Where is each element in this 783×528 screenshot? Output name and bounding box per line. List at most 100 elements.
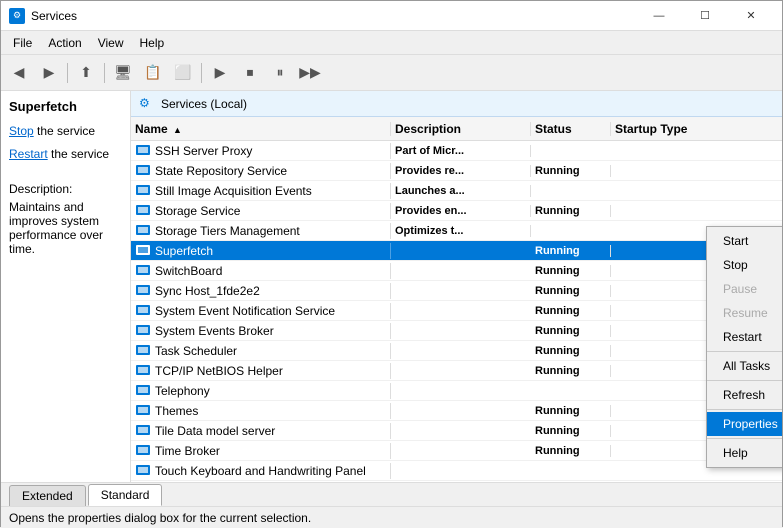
context-menu-separator-4 <box>707 438 782 439</box>
app-icon: ⚙ <box>9 8 25 24</box>
row-name-timebroker: Time Broker <box>131 443 391 459</box>
col-header-startup[interactable]: Startup Type <box>611 122 711 136</box>
maximize-button[interactable]: ☐ <box>682 1 728 31</box>
service-name: Tile Data model server <box>155 424 275 438</box>
service-status: Running <box>531 345 611 357</box>
service-icon <box>135 323 151 339</box>
table-row[interactable]: Touch Keyboard and Handwriting Panel <box>131 461 782 481</box>
main-container: Superfetch Stop the service Restart the … <box>1 91 782 482</box>
context-menu-separator-2 <box>707 380 782 381</box>
table-row[interactable]: Task Scheduler Running <box>131 341 782 361</box>
table-row[interactable]: SSH Server Proxy Part of Micr... <box>131 141 782 161</box>
tab-extended[interactable]: Extended <box>9 485 86 506</box>
restart-service-link[interactable]: Restart <box>9 147 48 161</box>
table-row[interactable]: Storage Service Provides en... Running <box>131 201 782 221</box>
row-name-synchost: Sync Host_1fde2e2 <box>131 283 391 299</box>
back-button[interactable]: ◀ <box>5 59 33 87</box>
right-panel: ⚙ Services (Local) Name ▲ Description St… <box>131 91 782 482</box>
col-header-desc[interactable]: Description <box>391 122 531 136</box>
table-row[interactable]: Tile Data model server Running <box>131 421 782 441</box>
left-panel-description: Description: Maintains and improves syst… <box>9 182 122 256</box>
table-row[interactable]: Update Orchestrator Service for Wind... <box>131 481 782 482</box>
service-name: SSH Server Proxy <box>155 144 252 158</box>
context-menu-alltasks[interactable]: All Tasks ▶ <box>707 354 782 378</box>
menu-file[interactable]: File <box>5 34 40 52</box>
col-header-status[interactable]: Status <box>531 122 611 136</box>
properties-button[interactable]: ⬜ <box>169 59 197 87</box>
menu-view[interactable]: View <box>90 34 132 52</box>
context-menu-refresh[interactable]: Refresh <box>707 383 782 407</box>
stop-button[interactable]: ⏹ <box>236 59 264 87</box>
service-icon <box>135 343 151 359</box>
table-row[interactable]: Time Broker Running <box>131 441 782 461</box>
service-icon <box>135 383 151 399</box>
table-row[interactable]: TCP/IP NetBIOS Helper Running <box>131 361 782 381</box>
table-row-superfetch[interactable]: Superfetch Running <box>131 241 782 261</box>
service-status: Running <box>531 165 611 177</box>
row-name-storagetiers: Storage Tiers Management <box>131 223 391 239</box>
table-row[interactable]: Telephony <box>131 381 782 401</box>
service-name: Themes <box>155 404 198 418</box>
table-row[interactable]: System Events Broker Running <box>131 321 782 341</box>
service-icon <box>135 463 151 479</box>
status-text: Opens the properties dialog box for the … <box>9 511 311 525</box>
restart-button[interactable]: ▶▶ <box>296 59 324 87</box>
services-table: Name ▲ Description Status Startup Type S… <box>131 117 782 482</box>
close-button[interactable]: ✕ <box>728 1 774 31</box>
address-icon: ⚙ <box>139 96 155 112</box>
service-name: Superfetch <box>155 244 213 258</box>
table-row[interactable]: Sync Host_1fde2e2 Running <box>131 281 782 301</box>
service-icon <box>135 163 151 179</box>
connect-button[interactable]: 📋 <box>139 59 167 87</box>
context-menu-help[interactable]: Help <box>707 441 782 465</box>
service-desc: Provides en... <box>391 205 531 217</box>
col-header-name[interactable]: Name ▲ <box>131 122 391 136</box>
play-button[interactable]: ▶ <box>206 59 234 87</box>
context-menu-stop[interactable]: Stop <box>707 253 782 277</box>
tab-standard[interactable]: Standard <box>88 484 163 506</box>
service-name: Telephony <box>155 384 210 398</box>
toolbar-separator-2 <box>104 63 105 83</box>
service-icon <box>135 363 151 379</box>
context-menu-properties[interactable]: Properties <box>707 412 782 436</box>
service-status: Running <box>531 325 611 337</box>
up-button[interactable]: ⬆ <box>72 59 100 87</box>
left-panel: Superfetch Stop the service Restart the … <box>1 91 131 482</box>
service-status: Running <box>531 265 611 277</box>
address-label: Services (Local) <box>161 97 247 111</box>
service-desc: Optimizes t... <box>391 225 531 237</box>
table-row[interactable]: Still Image Acquisition Events Launches … <box>131 181 782 201</box>
computer-button[interactable]: 🖥 <box>109 59 137 87</box>
table-row[interactable]: Themes Running <box>131 401 782 421</box>
menu-help[interactable]: Help <box>132 34 173 52</box>
row-name-sens: System Event Notification Service <box>131 303 391 319</box>
row-name-tiledatamodel: Tile Data model server <box>131 423 391 439</box>
context-menu-separator-3 <box>707 409 782 410</box>
service-icon <box>135 303 151 319</box>
description-label: Description: <box>9 182 122 196</box>
forward-button[interactable]: ▶ <box>35 59 63 87</box>
restart-service-line: Restart the service <box>9 145 122 164</box>
pause-button[interactable]: ⏸ <box>266 59 294 87</box>
menu-action[interactable]: Action <box>40 34 89 52</box>
service-desc: Provides re... <box>391 165 531 177</box>
context-menu-separator-1 <box>707 351 782 352</box>
services-content: Name ▲ Description Status Startup Type S… <box>131 117 782 482</box>
service-icon <box>135 283 151 299</box>
service-status: Running <box>531 285 611 297</box>
table-row[interactable]: Storage Tiers Management Optimizes t... <box>131 221 782 241</box>
description-text: Maintains and improves system performanc… <box>9 200 122 256</box>
context-menu-restart[interactable]: Restart <box>707 325 782 349</box>
table-row[interactable]: System Event Notification Service Runnin… <box>131 301 782 321</box>
service-status: Running <box>531 405 611 417</box>
sort-arrow: ▲ <box>173 125 182 135</box>
context-menu-start[interactable]: Start <box>707 229 782 253</box>
minimize-button[interactable]: — <box>636 1 682 31</box>
stop-service-link[interactable]: Stop <box>9 124 34 138</box>
toolbar: ◀ ▶ ⬆ 🖥 📋 ⬜ ▶ ⏹ ⏸ ▶▶ <box>1 55 782 91</box>
service-name: Time Broker <box>155 444 220 458</box>
service-icon <box>135 423 151 439</box>
table-row[interactable]: State Repository Service Provides re... … <box>131 161 782 181</box>
table-row[interactable]: SwitchBoard Running <box>131 261 782 281</box>
service-status: Running <box>531 205 611 217</box>
